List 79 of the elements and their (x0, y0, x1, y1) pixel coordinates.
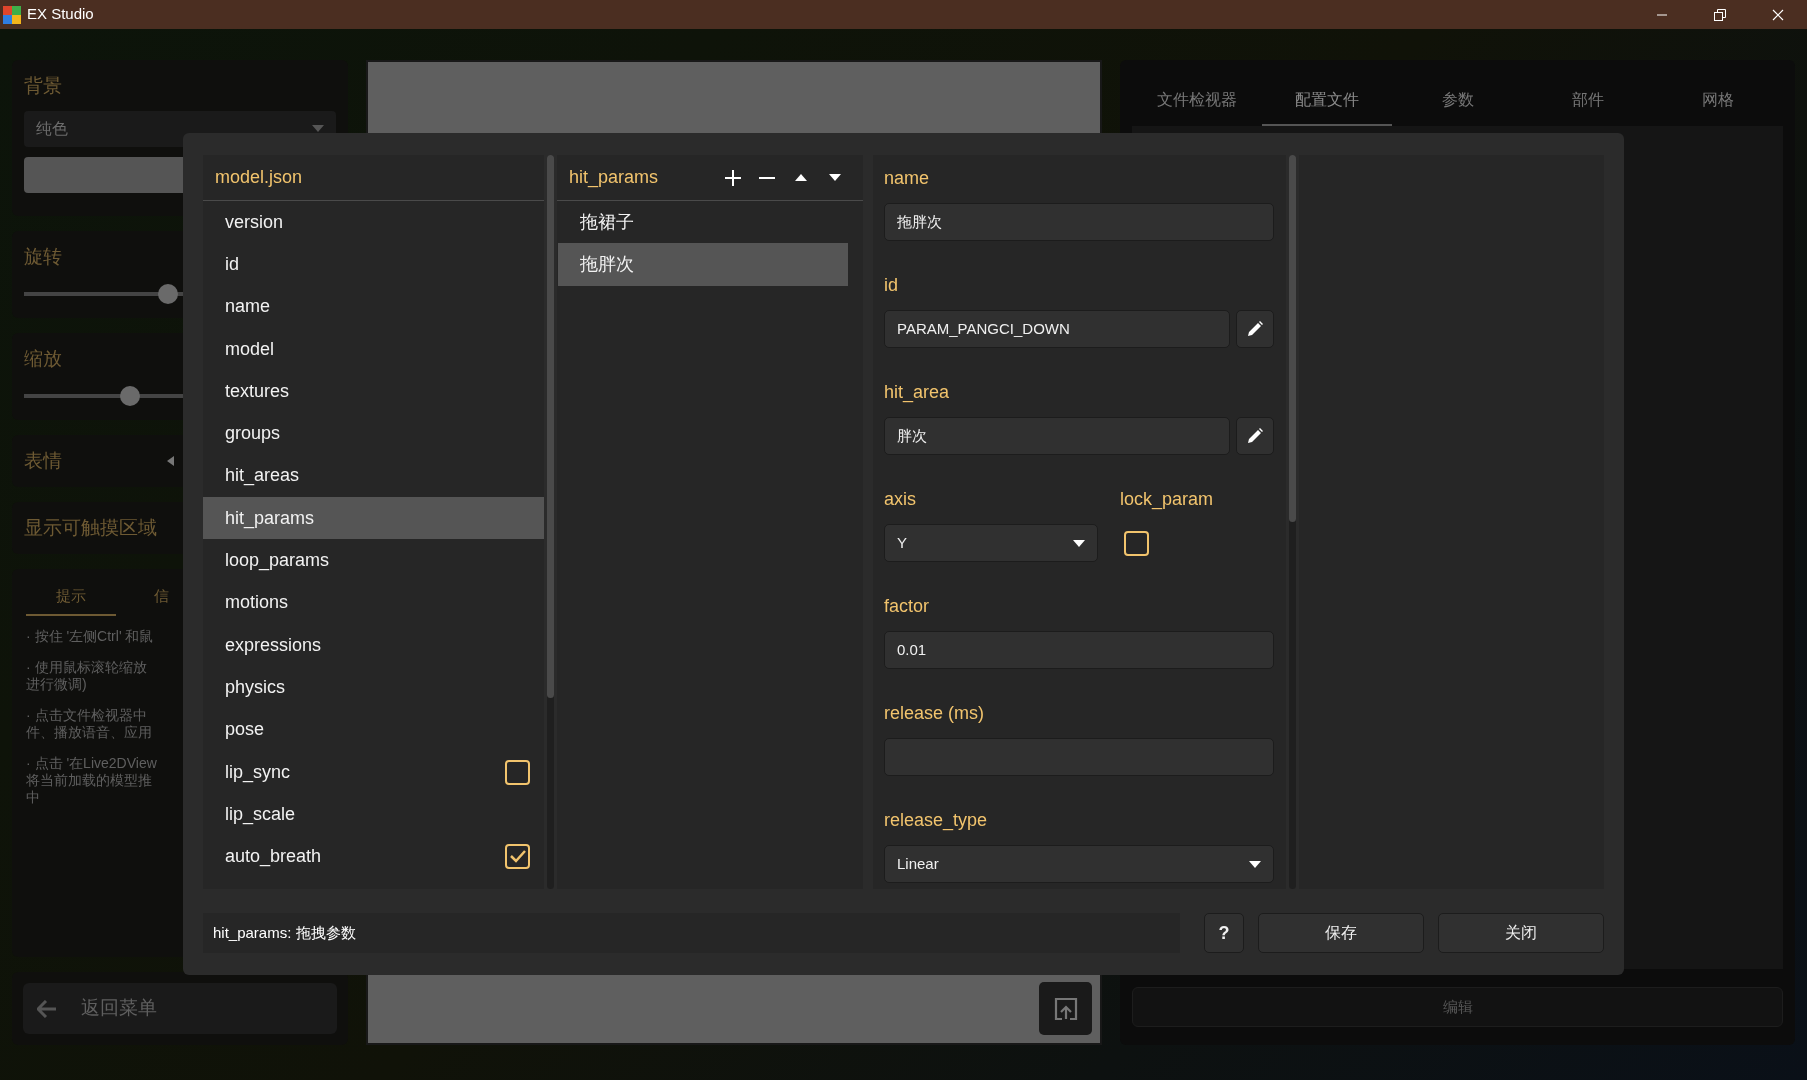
restore-icon (1714, 8, 1726, 21)
section-title: 旋转 (24, 245, 62, 269)
triangle-up-icon (795, 174, 807, 181)
caret-down-icon (1073, 539, 1085, 547)
tree-item[interactable]: name (203, 285, 544, 328)
panel-tab[interactable]: 部件 (1522, 74, 1653, 126)
arrow-left-icon (37, 999, 57, 1018)
plus-icon (724, 168, 742, 187)
section-title: 缩放 (24, 347, 62, 371)
slider-thumb[interactable] (120, 385, 141, 406)
hint-text: · 按住 '左侧Ctrl' 和鼠 (26, 627, 154, 645)
hint-text: 将当前加载的模型推 (26, 771, 152, 789)
help-button[interactable]: ? (1204, 913, 1244, 953)
app-logo-icon (3, 5, 21, 24)
section-title: 背景 (24, 74, 62, 98)
field-label: id (884, 274, 898, 297)
tree-item[interactable]: hit_params (203, 497, 544, 540)
field-label: release_type (884, 809, 988, 833)
tree-item[interactable]: pose (203, 708, 544, 751)
triangle-down-icon (829, 174, 841, 181)
upload-box-icon (1053, 997, 1078, 1020)
input-field[interactable]: 胖次 (884, 417, 1230, 455)
select-value: 纯色 (36, 118, 69, 139)
select-field[interactable]: Y (884, 524, 1098, 562)
tree-item[interactable]: expressions (203, 623, 544, 667)
dialog-button[interactable]: 保存 (1258, 913, 1424, 953)
checkbox[interactable] (1124, 530, 1149, 556)
pencil-icon (1246, 427, 1264, 445)
checkbox[interactable] (505, 844, 530, 870)
scrollbar[interactable] (547, 155, 554, 889)
field-label: axis (884, 488, 916, 511)
hint-text: 中 (26, 788, 40, 806)
slider-thumb[interactable] (157, 283, 178, 304)
edit-button[interactable] (1236, 310, 1274, 348)
field-label: factor (884, 595, 930, 618)
tree-item[interactable]: lip_scale (203, 793, 544, 836)
tree-item[interactable]: version (203, 201, 544, 244)
caret-down-icon (1249, 860, 1261, 868)
tree-item[interactable]: loop_params (203, 539, 544, 582)
pencil-icon (1246, 320, 1264, 338)
section-title: 表情 (24, 448, 62, 473)
dialog-button[interactable]: 关闭 (1438, 913, 1604, 953)
tree-item[interactable]: auto_breath (203, 835, 544, 878)
hint-text: 进行微调) (26, 675, 87, 693)
panel-tab[interactable]: 网格 (1652, 74, 1783, 126)
input-field[interactable]: PARAM_PANGCI_DOWN (884, 310, 1230, 348)
field-label: release (ms) (884, 702, 985, 725)
check-icon (509, 850, 526, 864)
hint-text: · 点击 '在Live2DView (26, 754, 157, 772)
panel-tab[interactable]: 文件检视器 (1132, 74, 1263, 126)
field-label: hit_area (884, 381, 950, 405)
section-title: 显示可触摸区域 (24, 515, 157, 540)
tree-item[interactable]: textures (203, 370, 544, 413)
edit-button[interactable] (1236, 417, 1274, 455)
input-field[interactable]: 拖胖次 (884, 203, 1274, 241)
tree-title: model.json (215, 166, 303, 189)
status-text: hit_params: 拖拽参数 (203, 913, 1180, 953)
hint-text: · 使用鼠标滚轮缩放 (26, 658, 147, 676)
input-field[interactable]: 0.01 (884, 631, 1274, 669)
checkbox[interactable] (505, 759, 530, 785)
field-label: name (884, 167, 930, 190)
tree-item[interactable]: id (203, 243, 544, 286)
close-icon (1772, 8, 1784, 21)
hint-text: 件、播放语音、应用 (26, 723, 152, 741)
list-item[interactable]: 拖裙子 (558, 201, 848, 244)
list-item[interactable]: 拖胖次 (558, 243, 848, 286)
minus-icon (758, 176, 776, 179)
tree-item[interactable]: model (203, 327, 544, 371)
tree-item[interactable]: physics (203, 666, 544, 709)
tree-item[interactable]: motions (203, 581, 544, 624)
panel-tab[interactable]: 参数 (1392, 74, 1523, 126)
list-title: hit_params (569, 166, 660, 190)
field-label: lock_param (1120, 488, 1214, 512)
hint-text: · 点击文件检视器中 (26, 706, 147, 724)
export-button[interactable] (1039, 982, 1092, 1035)
window-title: EX Studio (27, 4, 95, 25)
select-field[interactable]: Linear (884, 845, 1274, 883)
tree-item[interactable]: lip_sync (203, 750, 544, 794)
scrollbar[interactable] (1289, 155, 1296, 889)
